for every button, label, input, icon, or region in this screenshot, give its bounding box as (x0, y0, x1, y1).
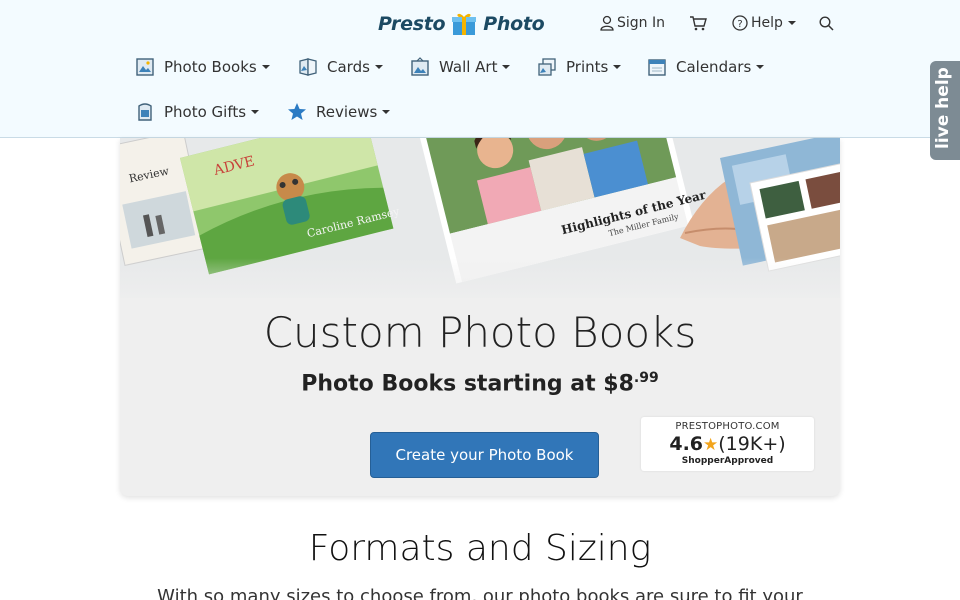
rating-site: PRESTOPHOTO.COM (675, 421, 780, 432)
logo-text-right: Photo (483, 13, 545, 35)
create-photo-book-button[interactable]: Create your Photo Book (370, 432, 599, 478)
nav-calendars[interactable]: Calendars (647, 54, 765, 80)
chevron-down-icon (261, 65, 270, 69)
calendar-icon (648, 59, 666, 76)
nav-wall-art[interactable]: Wall Art (410, 54, 511, 80)
nav-label: Photo Books (164, 58, 257, 76)
section-text: With so many sizes to choose from, our p… (157, 586, 803, 600)
rating-value: 4.6 (669, 433, 704, 455)
hero-title: Custom Photo Books (263, 308, 697, 357)
site-header: Presto Photo Sign In ? Help Photo Books … (0, 0, 960, 138)
nav-label: Cards (327, 58, 370, 76)
chevron-down-icon (382, 110, 391, 114)
chevron-down-icon (251, 110, 260, 114)
nav-label: Prints (566, 58, 609, 76)
nav-photo-gifts[interactable]: Photo Gifts (135, 99, 260, 125)
cart-icon (690, 16, 707, 31)
price-cents: .99 (633, 370, 659, 386)
nav-prints[interactable]: Prints (537, 54, 622, 80)
hero-subtitle: Photo Books starting at $8.99 (120, 370, 840, 396)
prints-icon (538, 58, 556, 76)
hero-banner: Review ADVE Caroline Ramsey Highlights o… (120, 138, 840, 496)
svg-text:?: ? (737, 19, 742, 30)
rating-brand: ShopperApproved (681, 456, 774, 466)
hero-fade (120, 258, 840, 308)
help-label: Help (751, 15, 783, 31)
nav-label: Reviews (316, 103, 378, 121)
price-text: Photo Books starting at $8 (301, 371, 634, 397)
presto-photo-logo[interactable]: Presto Photo (378, 10, 545, 38)
search-icon (819, 15, 834, 31)
nav-reviews[interactable]: Reviews (287, 99, 391, 125)
photo-book-icon (136, 58, 154, 76)
nav-label: Wall Art (439, 58, 498, 76)
help-icon: ? (732, 15, 748, 31)
star-icon: ★ (703, 435, 719, 455)
wall-art-icon (411, 57, 429, 76)
rating-score: 4.6★(19K+) (641, 433, 814, 456)
sign-in-link[interactable]: Sign In (600, 15, 665, 31)
nav-cards[interactable]: Cards (298, 54, 383, 80)
sign-in-label: Sign In (617, 15, 665, 31)
nav-photo-books[interactable]: Photo Books (135, 54, 270, 80)
nav-label: Calendars (676, 58, 752, 76)
nav-label: Photo Gifts (164, 103, 247, 121)
user-icon (600, 15, 614, 31)
chevron-down-icon (787, 21, 796, 25)
chevron-down-icon (756, 65, 765, 69)
help-menu[interactable]: ? Help (732, 15, 796, 31)
section-title: Formats and Sizing (308, 528, 652, 569)
cart-button[interactable] (689, 15, 710, 31)
star-icon (288, 103, 306, 120)
chevron-down-icon (613, 65, 622, 69)
shopper-approved-badge[interactable]: PRESTOPHOTO.COM 4.6★(19K+) ShopperApprov… (641, 417, 814, 471)
chevron-down-icon (502, 65, 511, 69)
live-help-tab[interactable]: live help (930, 61, 960, 160)
chevron-down-icon (374, 65, 383, 69)
logo-text-left: Presto (378, 13, 446, 35)
gift-box-icon (451, 12, 477, 36)
live-help-label: live help (933, 67, 953, 149)
photo-gift-icon (138, 103, 152, 121)
search-button[interactable] (819, 15, 837, 31)
utility-links: Sign In ? Help (600, 12, 837, 34)
card-icon (299, 58, 317, 76)
rating-count: (19K+) (718, 433, 786, 455)
